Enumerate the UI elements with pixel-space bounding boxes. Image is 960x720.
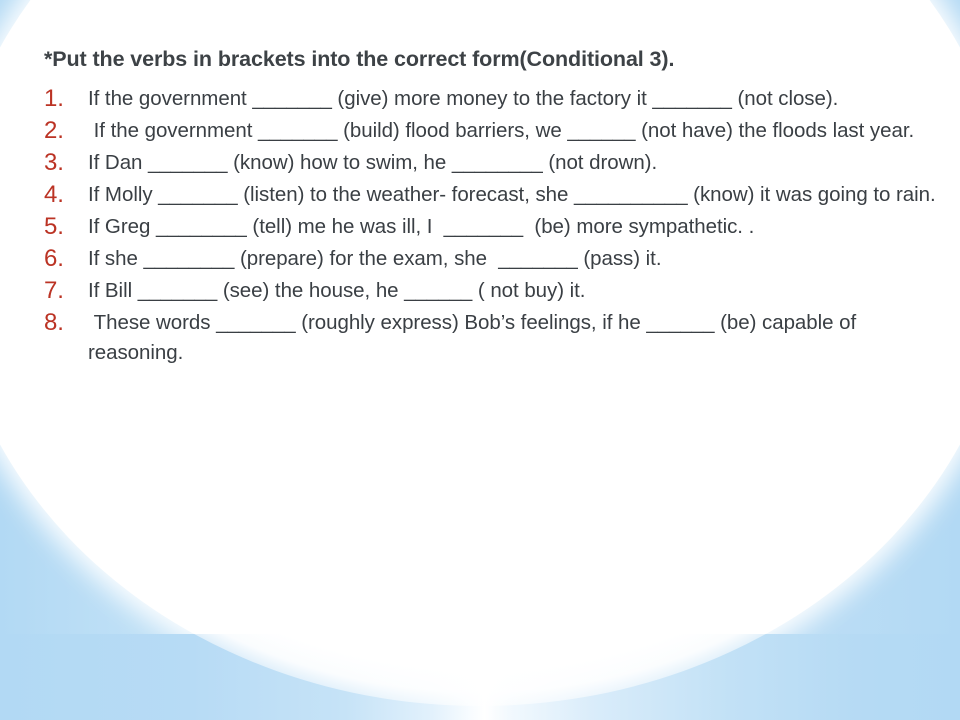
list-item: 5. If Greg ________ (tell) me he was ill,… xyxy=(36,212,936,242)
list-item-number: 6. xyxy=(44,245,64,272)
list-item: 2. If the government _______ (build) flo… xyxy=(36,116,936,146)
list-item-text: If the government _______ (build) flood … xyxy=(88,119,915,142)
list-item-text: These words _______ (roughly express) Bo… xyxy=(88,311,862,364)
list-item-text: If Greg ________ (tell) me he was ill, I… xyxy=(88,215,755,238)
list-item: 4. If Molly _______ (listen) to the weath… xyxy=(36,180,936,210)
list-item-number: 5. xyxy=(44,213,64,240)
list-item-number: 2. xyxy=(44,117,64,144)
list-item: 8. These words _______ (roughly express)… xyxy=(36,308,936,368)
list-item-text: If Bill _______ (see) the house, he ____… xyxy=(88,279,586,302)
list-item-text: If Molly _______ (listen) to the weather… xyxy=(88,183,936,206)
page-title: *Put the verbs in brackets into the corr… xyxy=(44,47,675,71)
list-item-number: 4. xyxy=(44,181,64,208)
list-item-text: If the government _______ (give) more mo… xyxy=(88,87,839,110)
list-item-number: 7. xyxy=(44,277,64,304)
list-item: 3. If Dan _______ (know) how to swim, he … xyxy=(36,148,936,178)
list-item-number: 3. xyxy=(44,149,64,176)
list-item: 7. If Bill _______ (see) the house, he __… xyxy=(36,276,936,306)
list-item: 6. If she ________ (prepare) for the exam… xyxy=(36,244,936,274)
list-item: 1. If the government _______ (give) more … xyxy=(36,84,936,114)
question-list: 1. If the government _______ (give) more … xyxy=(36,84,936,370)
list-item-number: 1. xyxy=(44,85,64,112)
slide-canvas: *Put the verbs in brackets into the corr… xyxy=(0,0,960,720)
list-item-number: 8. xyxy=(44,309,64,336)
slide-content: *Put the verbs in brackets into the corr… xyxy=(0,0,960,720)
list-item-text: If she ________ (prepare) for the exam, … xyxy=(88,247,662,270)
list-item-text: If Dan _______ (know) how to swim, he __… xyxy=(88,151,658,174)
